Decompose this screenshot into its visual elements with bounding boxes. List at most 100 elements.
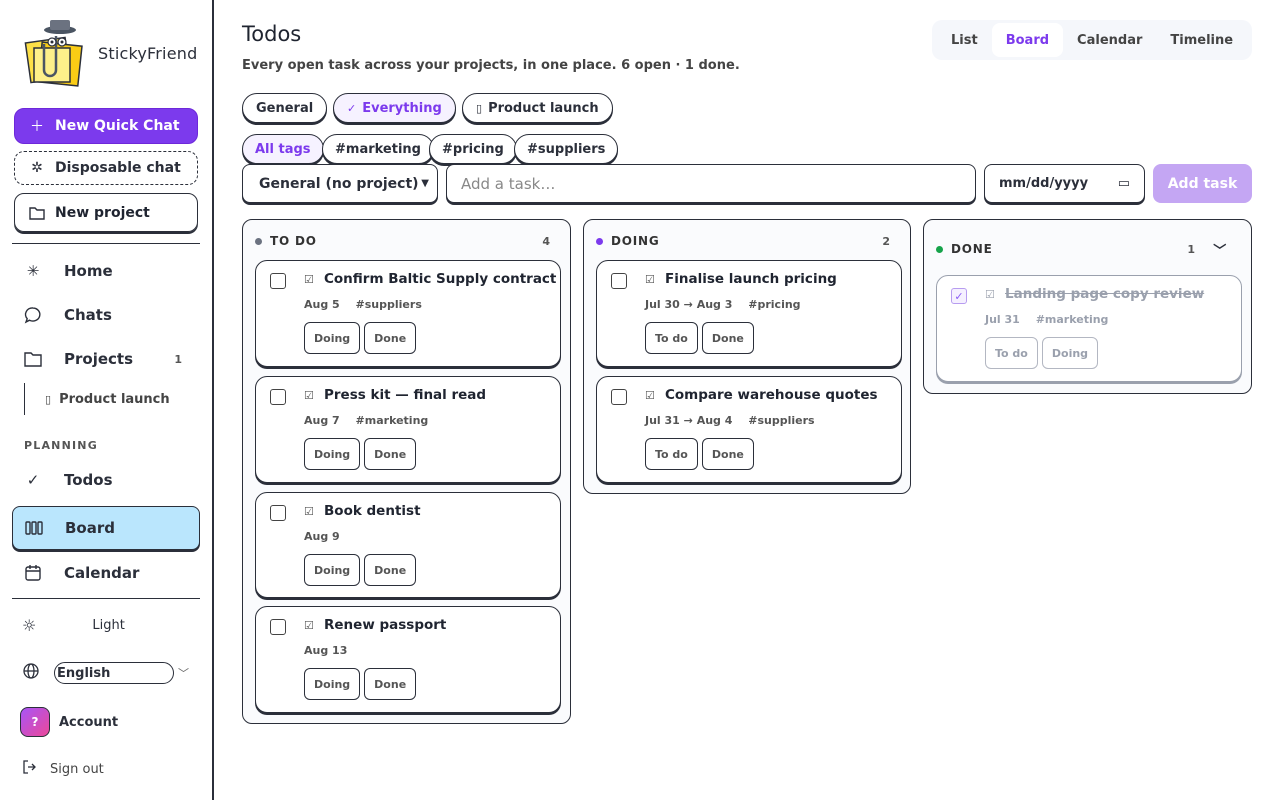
sticky-note-logo-icon [22,18,88,88]
nav-item-chats[interactable]: Chats [12,297,200,333]
move-doing-button[interactable]: Doing [304,438,361,470]
status-dot [596,237,603,245]
filter-chip-general[interactable]: General [242,93,328,123]
language-select[interactable]: English [54,662,174,684]
task-checkbox[interactable] [270,505,286,521]
task-title: Confirm Baltic Supply contract [324,271,557,287]
column-title: DOING [611,234,660,248]
tab-timeline[interactable]: Timeline [1156,23,1247,57]
tab-calendar[interactable]: Calendar [1063,23,1156,57]
move-doing-button[interactable]: Doing [304,668,361,700]
nav-item-calendar[interactable]: Calendar [12,555,200,591]
task-card[interactable]: ☑ Renew passport Aug 13 Doing Done [255,606,561,713]
filter-chip-product-launch[interactable]: ▯ Product launch [462,93,613,123]
column-header: DOING 2 [596,234,890,248]
task-input[interactable]: Add a task… [446,164,976,203]
task-tag[interactable]: #marketing [356,414,429,427]
calendar-icon: ▭ [1117,176,1130,191]
sparkle-icon: ✲ [31,160,43,176]
task-actions: Doing Done [304,322,417,354]
folder-icon [22,351,44,367]
theme-toggle[interactable]: ☼ Light [22,616,192,635]
task-card[interactable]: ☑ Book dentist Aug 9 Doing Done [255,492,561,598]
account-row[interactable]: ? Account [20,707,190,737]
nav-label-product-launch: Product launch [59,391,170,407]
tag-chip-marketing[interactable]: #marketing [322,134,434,164]
tag-chip-suppliers[interactable]: #suppliers [514,134,619,164]
task-date: Jul 31 [985,313,1020,326]
move-todo-button[interactable]: To do [985,337,1038,369]
move-done-button[interactable]: Done [364,438,417,470]
project-select[interactable]: General (no project) ▼ [242,164,438,203]
task-card[interactable]: ☑ Finalise launch pricing Jul 30 → Aug 3… [596,260,902,367]
move-done-button[interactable]: Done [364,554,417,586]
task-tag[interactable]: #suppliers [356,298,422,311]
move-doing-button[interactable]: Doing [1041,337,1099,369]
brand-name: StickyFriend [98,43,198,63]
task-tag[interactable]: #pricing [748,298,800,311]
task-meta: Jul 31 #marketing [985,313,1108,326]
task-title: Renew passport [324,617,447,633]
task-title: Book dentist [324,503,421,519]
task-tag[interactable]: #marketing [1036,313,1109,326]
nav-item-product-launch[interactable]: ▯ Product launch [24,383,170,415]
task-meta: Jul 30 → Aug 3 #pricing [645,298,801,311]
tag-chip-label: #pricing [442,141,504,157]
nav-item-home[interactable]: ✳ Home [12,253,200,289]
tag-chip-pricing[interactable]: #pricing [429,134,517,164]
nav-item-projects[interactable]: Projects 1 [12,341,200,377]
move-todo-button[interactable]: To do [645,438,698,470]
tab-list[interactable]: List [937,23,992,57]
sign-out-link[interactable]: Sign out [22,759,192,779]
task-checkbox[interactable] [611,273,627,289]
move-done-button[interactable]: Done [364,668,417,700]
board-columns-icon [23,521,45,535]
column-done: DONE 1 ﹀ ✓ ☑ Landing page copy review Ju… [923,219,1252,394]
brand[interactable]: StickyFriend [22,18,197,88]
task-checkbox[interactable] [270,619,286,635]
status-dot [255,237,262,245]
move-todo-button[interactable]: To do [645,322,698,354]
nav-label-projects: Projects [64,350,134,368]
plus-icon: ＋ [30,119,44,135]
new-quick-chat-button[interactable]: ＋ New Quick Chat [14,108,198,144]
add-task-button[interactable]: Add task [1153,164,1252,203]
task-card[interactable]: ✓ ☑ Landing page copy review Jul 31 #mar… [936,275,1242,382]
theme-label: Light [92,618,125,633]
column-todo: TO DO 4 ☑ Confirm Baltic Supply contract… [242,219,571,724]
view-switcher: List Board Calendar Timeline [932,20,1252,60]
task-checkbox-checked[interactable]: ✓ [951,288,967,304]
nav-item-board[interactable]: Board [12,506,200,550]
task-check-icon: ☑ [304,273,314,286]
task-date: Aug 7 [304,414,340,427]
task-checkbox[interactable] [611,389,627,405]
move-doing-button[interactable]: Doing [304,322,361,354]
task-card[interactable]: ☑ Press kit — final read Aug 7 #marketin… [255,376,561,483]
move-done-button[interactable]: Done [701,322,754,354]
sidebar: StickyFriend ＋ New Quick Chat ✲ Disposab… [0,0,214,800]
due-date-input[interactable]: mm/dd/yyyy ▭ [984,164,1145,203]
task-date: Aug 9 [304,530,340,543]
task-checkbox[interactable] [270,389,286,405]
collapse-chevron-icon[interactable]: ﹀ [1213,240,1227,259]
task-date: Aug 13 [304,644,348,657]
task-tag[interactable]: #suppliers [748,414,814,427]
task-meta: Aug 5 #suppliers [304,298,422,311]
tag-chip-all[interactable]: All tags [242,134,324,164]
move-done-button[interactable]: Done [701,438,754,470]
task-card[interactable]: ☑ Confirm Baltic Supply contract Aug 5 #… [255,260,561,367]
filter-chip-everything[interactable]: ✓ Everything [333,93,456,123]
move-done-button[interactable]: Done [364,322,417,354]
disposable-chat-button[interactable]: ✲ Disposable chat [14,151,198,185]
task-checkbox[interactable] [270,273,286,289]
move-doing-button[interactable]: Doing [304,554,361,586]
task-actions: Doing Done [304,438,417,470]
app-root: StickyFriend ＋ New Quick Chat ✲ Disposab… [0,0,1280,800]
new-project-button[interactable]: New project [14,193,198,232]
task-card[interactable]: ☑ Compare warehouse quotes Jul 31 → Aug … [596,376,902,483]
task-check-icon: ☑ [304,619,314,632]
tab-board[interactable]: Board [991,23,1064,57]
task-actions: To do Done [645,322,754,354]
nav-item-todos[interactable]: ✓ Todos [12,462,200,498]
planning-section-label: PLANNING [24,439,98,452]
